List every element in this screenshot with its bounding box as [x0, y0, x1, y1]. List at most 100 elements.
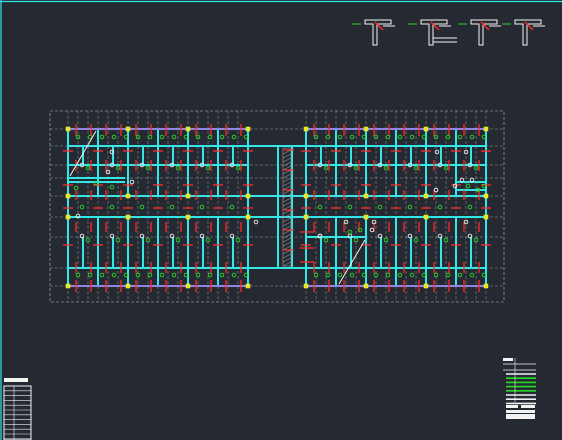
column-marker [363, 214, 369, 220]
marker-green [231, 272, 237, 278]
column-marker [245, 193, 251, 199]
stair-hatch-line [282, 257, 292, 263]
marker-green [445, 272, 451, 278]
marker-green [457, 272, 463, 278]
detail-section-c [458, 19, 501, 46]
marker-green [337, 272, 343, 278]
stair-hatch-line [282, 173, 292, 179]
marker-green [171, 272, 177, 278]
title-block [3, 378, 32, 440]
detail-profile [514, 19, 542, 46]
stair-hatch-line [282, 233, 292, 239]
legend-swatch [506, 410, 535, 413]
column-marker [483, 193, 489, 199]
marker-green [147, 134, 153, 140]
detail-section-a [352, 19, 395, 46]
column-marker [363, 283, 369, 289]
marker-green [111, 134, 117, 140]
column-marker [245, 214, 251, 220]
column-marker [423, 283, 429, 289]
marker-green [317, 204, 323, 210]
marker-white [253, 219, 259, 225]
marker-green [109, 184, 115, 190]
detail-rebar [374, 21, 384, 31]
column-marker [125, 126, 131, 132]
column-marker [423, 126, 429, 132]
marker-green [397, 272, 403, 278]
stair-hatch-line [282, 197, 292, 203]
marker-green [457, 134, 463, 140]
marker-green [169, 204, 175, 210]
column-marker [65, 193, 71, 199]
detail-rebar [430, 21, 440, 31]
marker-green [377, 204, 383, 210]
marker-green [229, 204, 235, 210]
marker-green [469, 272, 475, 278]
column-marker [125, 193, 131, 199]
legend-swatch [506, 405, 518, 408]
marker-green [99, 272, 105, 278]
marker-green [465, 183, 471, 189]
marker-green [445, 134, 451, 140]
marker-green [409, 134, 415, 140]
marker-green [409, 272, 415, 278]
marker-green [347, 204, 353, 210]
detail-section-d [502, 19, 545, 46]
stair-hatch-line [282, 177, 292, 183]
drawing-frame [0, 0, 562, 440]
column-marker [245, 283, 251, 289]
column-marker [303, 214, 309, 220]
column-marker [303, 193, 309, 199]
stair-hatch-line [282, 221, 292, 227]
marker-green [79, 204, 85, 210]
column-marker [303, 126, 309, 132]
stair-hatch-line [282, 201, 292, 207]
legend-swatch [521, 405, 535, 408]
marker-green [109, 204, 115, 210]
marker-green [337, 134, 343, 140]
marker-green [347, 229, 353, 235]
detail-profile [420, 19, 448, 46]
marker-green [325, 134, 331, 140]
title-block-frame [3, 385, 32, 440]
marker-green [207, 272, 213, 278]
detail-profile [470, 19, 498, 46]
column-marker [185, 283, 191, 289]
marker-green [325, 272, 331, 278]
marker-green [159, 272, 165, 278]
shaft-diagonal [69, 130, 97, 177]
stair-hatch-line [282, 157, 292, 163]
stair-hatch-line [282, 181, 292, 187]
stair-hatch-line [282, 153, 292, 159]
marker-green [385, 272, 391, 278]
column-marker [185, 214, 191, 220]
legend-swatch [506, 414, 535, 419]
stair-hatch-line [282, 237, 292, 243]
marker-green [437, 204, 443, 210]
detail-section-b [408, 19, 457, 46]
column-marker [125, 283, 131, 289]
column-marker [185, 193, 191, 199]
detail-rebar [524, 21, 534, 31]
legend-table [503, 358, 536, 419]
title-block-bar [4, 378, 28, 382]
marker-green [385, 134, 391, 140]
cad-drawing-canvas[interactable] [0, 0, 562, 440]
column-marker [423, 193, 429, 199]
marker-green [207, 134, 213, 140]
stair-hatch-line [282, 161, 292, 167]
detail-rebar [480, 21, 490, 31]
column-marker [483, 126, 489, 132]
column-marker [363, 126, 369, 132]
detail-profile [364, 19, 392, 46]
stair-hatch-line [282, 217, 292, 223]
legend-head [503, 358, 513, 361]
column-marker [303, 283, 309, 289]
stair-hatch-line [282, 261, 292, 267]
marker-white [434, 149, 440, 155]
marker-green [469, 134, 475, 140]
marker-white [129, 179, 135, 185]
column-marker [483, 214, 489, 220]
marker-green [111, 272, 117, 278]
marker-white [369, 227, 375, 233]
